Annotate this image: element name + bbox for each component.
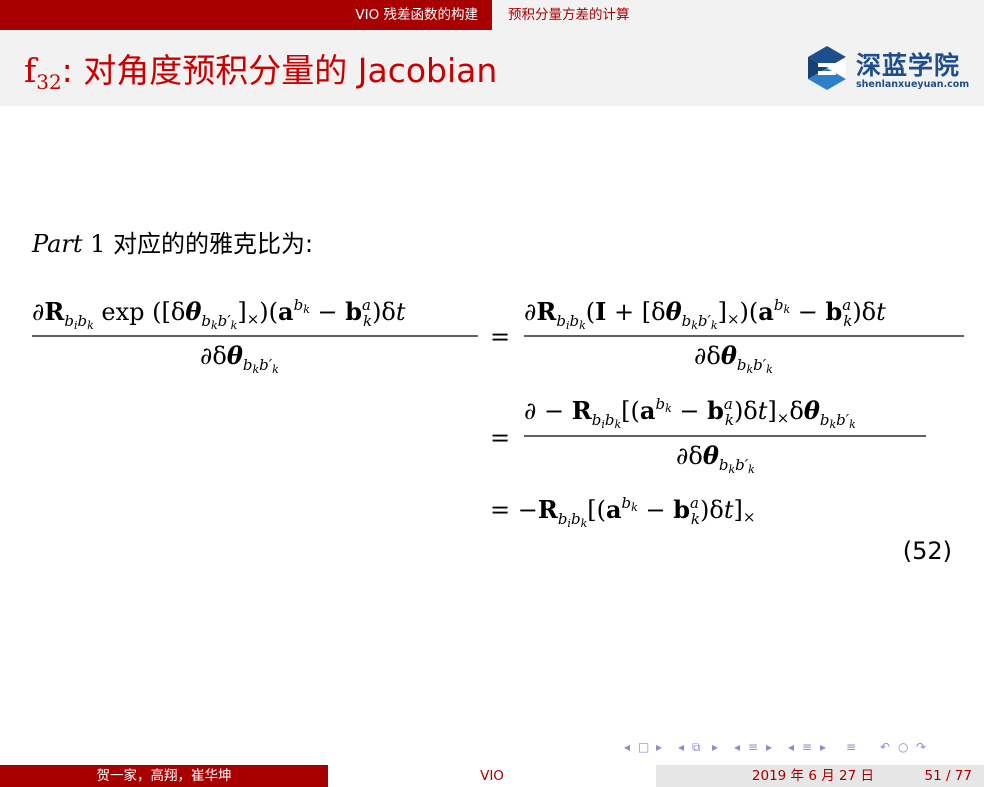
nav-next-frame-icon[interactable]: ▸ bbox=[656, 739, 662, 755]
nav-prev-section-icon[interactable]: ◂ bbox=[734, 739, 740, 755]
nav-section-icon[interactable]: ≡ bbox=[748, 739, 758, 755]
footer-short-title: VIO bbox=[328, 765, 656, 787]
step2-numerator: ∂ − Rbibk[(abk − ba k)δt]×δθbkb′k bbox=[524, 395, 856, 431]
beamer-navigation: ◂ □ ▸ ◂ ⧉ ▸ ◂ ≡ ▸ ◂ ≡ ▸ ≡ ↶ ○ ↷ bbox=[624, 739, 976, 755]
nav-prev-frame-icon[interactable]: ◂ bbox=[624, 739, 630, 755]
nav-prev-doc-icon[interactable]: ◂ bbox=[788, 739, 794, 755]
step2-denominator: ∂δθbkb′k bbox=[676, 441, 755, 476]
equals-sign-2: = bbox=[490, 424, 510, 452]
step1-fraction: ∂Rbibk(I + [δθbkb′k]×)(abk − ba k)δt ∂δθb… bbox=[524, 296, 964, 376]
nav-frame-icon[interactable]: □ bbox=[638, 739, 649, 755]
nav-forward-icon[interactable]: ↷ bbox=[916, 739, 926, 755]
nav-next-section-icon[interactable]: ▸ bbox=[766, 739, 772, 755]
nav-prev-subsection-icon[interactable]: ◂ bbox=[678, 739, 684, 755]
nav-next-doc-icon[interactable]: ▸ bbox=[820, 739, 826, 755]
nav-appendix-icon[interactable]: ≡ bbox=[846, 739, 856, 755]
equation-number: (52) bbox=[902, 537, 952, 565]
step1-denominator: ∂δθbkb′k bbox=[694, 341, 773, 376]
nav-subsection-icon[interactable]: ⧉ bbox=[692, 739, 701, 755]
lhs-numerator: ∂Rbibk exp ([δθbkb′k]×)(abk − ba k)δt bbox=[32, 296, 406, 332]
footer-authors: 贺一家，高翔，崔华坤 bbox=[0, 765, 328, 787]
nav-next-subsection-icon[interactable]: ▸ bbox=[712, 739, 718, 755]
lhs-fraction: ∂Rbibk exp ([δθbkb′k]×)(abk − ba k)δt ∂δθ… bbox=[32, 296, 478, 376]
step1-numerator: ∂Rbibk(I + [δθbkb′k]×)(abk − ba k)δt bbox=[524, 296, 886, 332]
nav-back-icon[interactable]: ↶ bbox=[880, 739, 890, 755]
step2-fraction: ∂ − Rbibk[(abk − ba k)δt]×δθbkb′k ∂δθbkb′… bbox=[524, 395, 926, 476]
equals-sign-1: = bbox=[490, 323, 510, 351]
nav-doc-icon[interactable]: ≡ bbox=[802, 739, 812, 755]
step3-expression: = −Rbibk[(abk − ba k)δt]× bbox=[490, 494, 755, 530]
footer-date: 2019 年 6 月 27 日 bbox=[751, 768, 874, 784]
footer-info: 2019 年 6 月 27 日 51 / 77 bbox=[656, 765, 984, 787]
nav-search-icon[interactable]: ○ bbox=[898, 739, 908, 755]
jacobian-equation: ∂Rbibk exp ([δθbkb′k]×)(abk − ba k)δt ∂δθ… bbox=[32, 296, 964, 530]
footer-page-number: 51 / 77 bbox=[924, 768, 973, 784]
footer: 贺一家，高翔，崔华坤 VIO 2019 年 6 月 27 日 51 / 77 bbox=[0, 765, 984, 787]
lhs-denominator: ∂δθbkb′k bbox=[200, 341, 279, 376]
